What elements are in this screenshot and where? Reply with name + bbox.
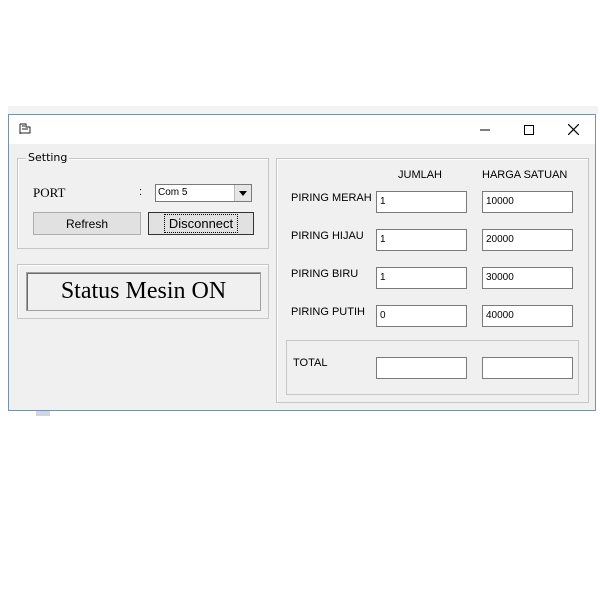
title-bar <box>9 115 595 144</box>
maximize-icon <box>524 124 534 135</box>
close-icon <box>567 124 579 135</box>
port-colon: : <box>139 186 143 198</box>
minimize-icon <box>480 129 490 130</box>
app-window: Setting PORT : Com 5 Refresh Disconnect … <box>8 114 596 411</box>
refresh-button-label: Refresh <box>65 216 109 231</box>
harga-input-piring-merah[interactable]: 10000 <box>482 191 573 213</box>
total-label: TOTAL <box>293 357 328 369</box>
total-group: TOTAL <box>286 340 579 395</box>
total-jumlah-input[interactable] <box>376 357 467 379</box>
harga-input-piring-putih[interactable]: 40000 <box>482 305 573 327</box>
port-select-value: Com 5 <box>158 187 188 198</box>
disconnect-button-label: Disconnect <box>163 214 239 233</box>
disconnect-button[interactable]: Disconnect <box>148 212 254 235</box>
column-header-jumlah: JUMLAH <box>398 169 443 181</box>
status-group: Status Mesin ON <box>17 264 269 319</box>
jumlah-input-piring-hijau[interactable]: 1 <box>376 229 467 251</box>
row-label-piring-putih: PIRING PUTIH <box>291 306 365 318</box>
row-label-piring-hijau: PIRING HIJAU <box>291 230 364 242</box>
app-icon <box>19 123 31 134</box>
total-harga-input[interactable] <box>482 357 573 379</box>
row-label-piring-biru: PIRING BIRU <box>291 268 359 280</box>
setting-group-title: Setting <box>26 151 70 164</box>
column-header-harga: HARGA SATUAN <box>482 169 568 181</box>
minimize-button[interactable] <box>463 115 507 144</box>
row-label-piring-merah: PIRING MERAH <box>291 192 372 204</box>
port-label: PORT <box>33 185 66 200</box>
maximize-button[interactable] <box>507 115 551 144</box>
chevron-down-icon[interactable] <box>234 185 251 201</box>
jumlah-input-piring-biru[interactable]: 1 <box>376 267 467 289</box>
jumlah-input-piring-putih[interactable]: 0 <box>376 305 467 327</box>
jumlah-input-piring-merah[interactable]: 1 <box>376 191 467 213</box>
orders-group: JUMLAH HARGA SATUAN PIRING MERAH 1 10000… <box>276 158 589 403</box>
status-label: Status Mesin ON <box>26 272 261 311</box>
background-taskbar <box>8 106 598 114</box>
harga-input-piring-hijau[interactable]: 20000 <box>482 229 573 251</box>
close-button[interactable] <box>551 115 595 144</box>
port-select[interactable]: Com 5 <box>155 184 252 202</box>
setting-group: Setting PORT : Com 5 Refresh Disconnect <box>17 151 269 249</box>
refresh-button[interactable]: Refresh <box>33 212 141 235</box>
harga-input-piring-biru[interactable]: 30000 <box>482 267 573 289</box>
